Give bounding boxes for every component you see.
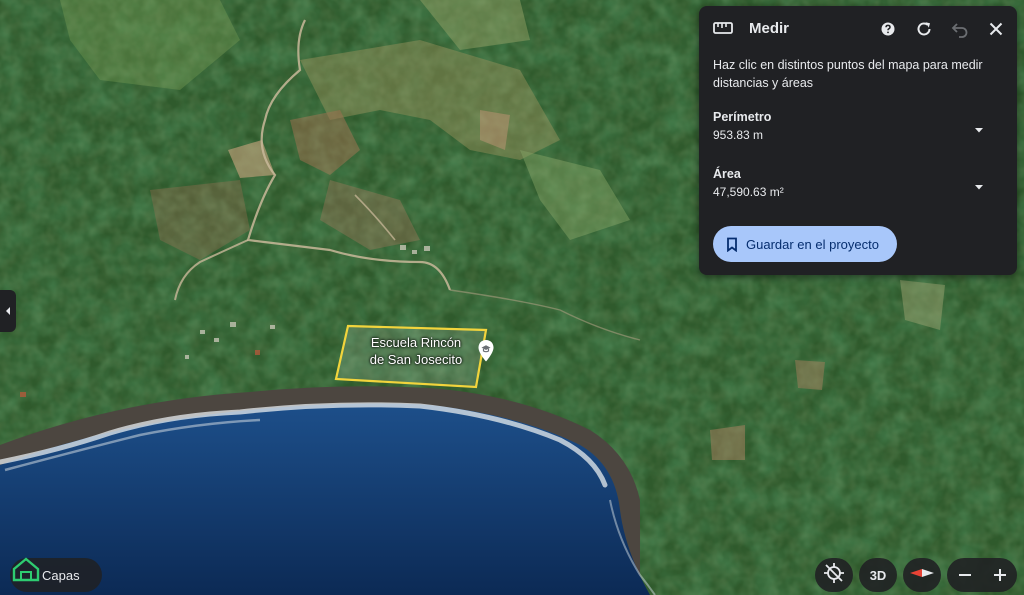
refresh-icon[interactable] <box>913 18 935 40</box>
school-pin-icon[interactable] <box>477 339 495 368</box>
place-label-line2: de San Josecito <box>369 352 463 367</box>
measure-panel-header: Medir <box>699 6 1017 52</box>
recenter-icon <box>823 562 845 589</box>
view-3d-label: 3D <box>869 567 887 583</box>
compass-icon <box>909 566 935 584</box>
zoom-control <box>947 558 1017 592</box>
compass-button[interactable] <box>903 558 941 592</box>
bookmark-icon <box>726 237 738 252</box>
view-3d-button[interactable]: 3D <box>859 558 897 592</box>
measure-instructions: Haz clic en distintos puntos del mapa pa… <box>713 58 983 90</box>
help-icon[interactable] <box>877 18 899 40</box>
perimeter-row[interactable]: Perímetro 953.83 m <box>699 110 1017 154</box>
place-label[interactable]: Escuela Rincón de San Josecito <box>356 334 476 368</box>
area-label: Área <box>713 167 741 181</box>
area-value: 47,590.63 m² <box>713 185 784 199</box>
undo-icon[interactable] <box>949 18 971 40</box>
measure-panel: Medir Haz clic en distintos puntos del m… <box>699 6 1017 275</box>
chevron-down-icon[interactable] <box>973 122 985 133</box>
perimeter-label: Perímetro <box>713 110 772 124</box>
zoom-out-icon[interactable] <box>958 568 972 582</box>
collapse-left-icon[interactable] <box>0 290 16 332</box>
zoom-in-icon[interactable] <box>993 568 1007 582</box>
save-to-project-button[interactable]: Guardar en el proyecto <box>713 226 897 262</box>
chevron-down-icon[interactable] <box>973 179 985 190</box>
recenter-button[interactable] <box>815 558 853 592</box>
ruler-icon <box>713 21 733 40</box>
save-button-label: Guardar en el proyecto <box>746 236 879 252</box>
perimeter-value: 953.83 m <box>713 128 764 142</box>
area-row[interactable]: Área 47,590.63 m² <box>699 167 1017 211</box>
place-label-line1: Escuela Rincón <box>370 335 462 350</box>
close-icon[interactable] <box>985 18 1007 40</box>
layers-label: Capas <box>42 567 80 583</box>
panel-title: Medir <box>749 20 790 37</box>
app-logo <box>12 556 40 585</box>
